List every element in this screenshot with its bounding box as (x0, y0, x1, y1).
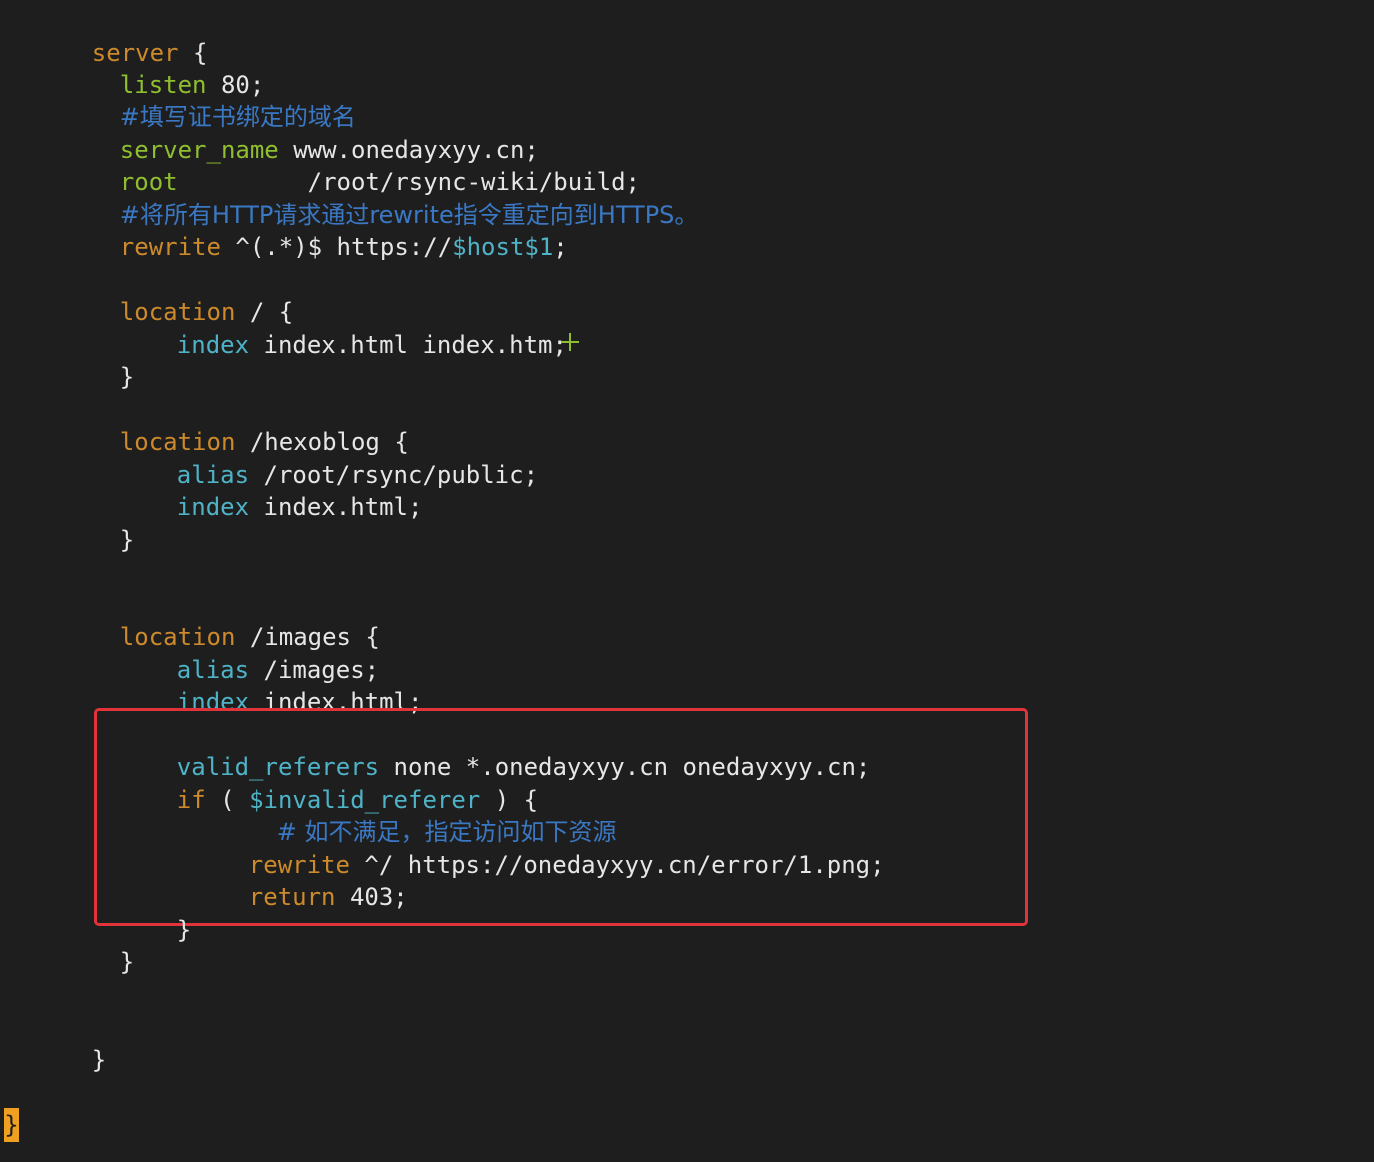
code-line: if ( $invalid_referer ) { (119, 752, 538, 814)
token-text: ^/ https://onedayxyy.cn/error/1.png; (349, 851, 885, 879)
code-line: root /root/rsync-wiki/build; (62, 134, 640, 196)
token-text: } (176, 916, 192, 944)
token-variable: $host$1 (452, 233, 554, 261)
code-line: #将所有HTTP请求通过rewrite指令重定向到HTTPS。 (62, 167, 699, 229)
token-text: index.html index.htm; (249, 331, 567, 359)
token-text: } (119, 363, 135, 391)
code-line: rewrite ^/ https://onedayxyy.cn/error/1.… (191, 817, 885, 879)
token-text: ; (553, 233, 568, 261)
token-text: } (119, 948, 135, 976)
code-editor[interactable]: server { listen 80; #填写证书绑定的域名 server_na… (0, 0, 1374, 1162)
code-line: location / { (62, 264, 293, 326)
token-keyword: index (176, 331, 250, 359)
token-text: ^(.*)$ https:// (220, 233, 453, 261)
code-line: server_name www.onedayxyy.cn; (62, 102, 539, 164)
token-keyword: index (176, 493, 250, 521)
code-line: #填写证书绑定的域名 (62, 69, 356, 131)
code-line: } (62, 329, 134, 391)
code-line: location /hexoblog { (62, 394, 409, 456)
code-line: # 如不满足，指定访问如下资源 (219, 784, 617, 846)
code-line: listen 80; (62, 37, 265, 99)
code-line: alias /root/rsync/public; (119, 427, 538, 489)
token-keyword: if (176, 786, 206, 814)
token-text: 403; (335, 883, 408, 911)
code-line: } (62, 492, 134, 554)
token-text: index.html; (249, 493, 423, 521)
token-keyword: rewrite (119, 233, 221, 261)
crosshair-cursor-icon (561, 333, 579, 351)
code-line: index index.html; (119, 459, 423, 521)
code-line: rewrite ^(.*)$ https://$host$1; (62, 199, 568, 261)
code-line: } (62, 914, 134, 976)
code-line: server { (34, 5, 208, 67)
code-line: return 403; (191, 849, 408, 911)
token-text: } (119, 526, 135, 554)
token-keyword: return (248, 883, 336, 911)
code-line: location /images { (62, 589, 380, 651)
text-cursor[interactable]: } (4, 1108, 19, 1142)
code-line: } (34, 1012, 106, 1074)
code-line: } (119, 882, 191, 944)
code-line: index index.html index.htm; (119, 297, 567, 359)
token-text: } (91, 1046, 107, 1074)
code-line: index index.html; (119, 654, 423, 716)
code-line: valid_referers none *.onedayxyy.cn oneda… (119, 719, 871, 781)
code-line: alias /images; (119, 622, 379, 684)
